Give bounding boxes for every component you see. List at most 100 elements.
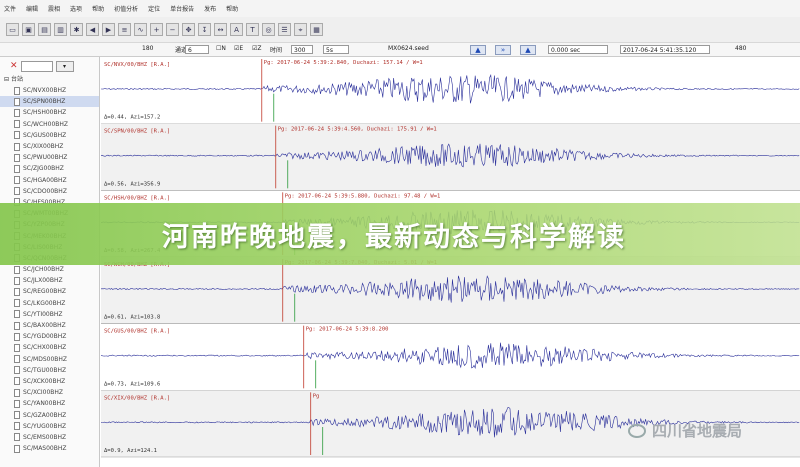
menu-item[interactable]: 选项 bbox=[70, 4, 82, 13]
channel-item[interactable]: SC/EMS00BHZ bbox=[0, 432, 99, 443]
tree-root[interactable]: ⊟ 台站 bbox=[0, 75, 99, 85]
config-icon[interactable]: ✱ bbox=[70, 23, 83, 36]
check-e[interactable]: ☑E bbox=[234, 45, 243, 52]
channel-item[interactable]: SC/BAX00BHZ bbox=[0, 320, 99, 331]
channel-item[interactable]: SC/YGD00BHZ bbox=[0, 331, 99, 342]
trace-pick-label: Pg: 2017-06-24 5:39:8.200 bbox=[306, 327, 389, 333]
map-icon[interactable]: ⌖ bbox=[294, 23, 307, 36]
menu-item[interactable]: 帮助 bbox=[92, 4, 104, 13]
menu-item[interactable]: 编辑 bbox=[26, 4, 38, 13]
menu-item[interactable]: 帮助 bbox=[226, 4, 238, 13]
filter-dropdown[interactable]: ▾ bbox=[55, 60, 74, 72]
channel-item[interactable]: SC/TGU00BHZ bbox=[0, 365, 99, 376]
channel-item[interactable]: SC/XCK00BHZ bbox=[0, 376, 99, 387]
channel-item[interactable]: SC/CHX00BHZ bbox=[0, 342, 99, 353]
menu-item[interactable]: 发布 bbox=[204, 4, 216, 13]
offset-field[interactable]: 0.000 sec bbox=[548, 45, 608, 54]
channel-label: SC/YAN00BHZ bbox=[23, 400, 66, 408]
channel-item[interactable]: SC/HSH00BHZ bbox=[0, 107, 99, 118]
time-unit-select[interactable]: 5s bbox=[323, 45, 349, 54]
channel-item[interactable]: SC/XCI00BHZ bbox=[0, 387, 99, 398]
measure-icon[interactable]: ↔ bbox=[214, 23, 227, 36]
right-number: 480 bbox=[735, 45, 747, 52]
menu-item[interactable]: 单台报告 bbox=[170, 4, 194, 13]
channel-item[interactable]: SC/GZA00BHZ bbox=[0, 409, 99, 420]
file-icon bbox=[14, 343, 20, 352]
menu-item[interactable]: 初值分析 bbox=[114, 4, 138, 13]
filter-input[interactable] bbox=[20, 60, 53, 72]
banner-title: 河南昨晚地震，最新动态与科学解读 bbox=[162, 221, 626, 253]
channel-item[interactable]: SC/SPN00BHZ bbox=[0, 96, 99, 108]
menu-item[interactable]: 定位 bbox=[148, 4, 160, 13]
close-icon[interactable]: ✕ bbox=[10, 61, 18, 71]
copy-icon[interactable]: ▥ bbox=[54, 23, 67, 36]
trace-info-label: Δ=0.9, Azi=124.1 bbox=[104, 448, 157, 454]
menu-item[interactable]: 震相 bbox=[48, 4, 60, 13]
channel-item[interactable]: SC/WCH00BHZ bbox=[0, 119, 99, 130]
channel-select[interactable]: 6 bbox=[185, 45, 209, 54]
file-icon bbox=[14, 176, 20, 185]
time-input[interactable]: 300 bbox=[291, 45, 313, 54]
file-icon bbox=[14, 142, 20, 151]
nav-mid-button[interactable]: » bbox=[495, 45, 511, 55]
filter-icon[interactable]: ∿ bbox=[134, 23, 147, 36]
file-icon bbox=[14, 108, 20, 117]
channel-item[interactable]: SC/YTI00BHZ bbox=[0, 309, 99, 320]
channel-item[interactable]: SC/HGA00BHZ bbox=[0, 175, 99, 186]
watermark-text: 四川省地震局 bbox=[652, 422, 743, 440]
menu-item[interactable]: 文件 bbox=[4, 4, 16, 13]
pan-icon[interactable]: ✥ bbox=[182, 23, 195, 36]
check-e-label: E bbox=[239, 45, 244, 52]
locate-icon[interactable]: ◎ bbox=[262, 23, 275, 36]
channel-item[interactable]: SC/JLX00BHZ bbox=[0, 275, 99, 286]
channel-item[interactable]: SC/NVX00BHZ bbox=[0, 85, 99, 96]
zoom-in-icon[interactable]: + bbox=[150, 23, 163, 36]
channel-label: SC/WCH00BHZ bbox=[23, 120, 69, 128]
file-icon bbox=[14, 433, 20, 442]
channel-item[interactable]: SC/CDO00BHZ bbox=[0, 186, 99, 197]
print-icon[interactable]: ▤ bbox=[38, 23, 51, 36]
amplitude-icon[interactable]: A bbox=[230, 23, 243, 36]
save-icon[interactable]: ▣ bbox=[22, 23, 35, 36]
channel-item[interactable]: SC/YAN00BHZ bbox=[0, 398, 99, 409]
channel-label: SC/LKG00BHZ bbox=[23, 299, 66, 307]
channel-item[interactable]: SC/MAS00BHZ bbox=[0, 443, 99, 454]
check-n[interactable]: ☐N bbox=[216, 45, 226, 52]
file-icon bbox=[14, 422, 20, 431]
zoom-out-icon[interactable]: − bbox=[166, 23, 179, 36]
toolbar: ▭ ▣ ▤ ▥ ✱ ◀ ▶ ≡ ∿ + − ✥ ↧ ↔ A T ◎ ☰ ⌖ ▦ bbox=[0, 17, 800, 43]
open-icon[interactable]: ▭ bbox=[6, 23, 19, 36]
nav-up-button[interactable]: ▲ bbox=[470, 45, 486, 55]
period-icon[interactable]: T bbox=[246, 23, 259, 36]
datetime-field[interactable]: 2017-06-24 5:41:35.120 bbox=[620, 45, 710, 54]
channel-item[interactable]: SC/MDS00BHZ bbox=[0, 354, 99, 365]
trace-pick-label: Pg bbox=[313, 393, 320, 399]
check-z[interactable]: ☑Z bbox=[252, 45, 262, 52]
channel-icon[interactable]: ≡ bbox=[118, 23, 131, 36]
channel-item[interactable]: SC/ZJG00BHZ bbox=[0, 163, 99, 174]
channel-item[interactable]: SC/JCH00BHZ bbox=[0, 264, 99, 275]
back-icon[interactable]: ◀ bbox=[86, 23, 99, 36]
channel-label: SC/EMS00BHZ bbox=[23, 433, 67, 441]
seismic-trace bbox=[101, 73, 800, 104]
pick-icon[interactable]: ↧ bbox=[198, 23, 211, 36]
nav-down-button[interactable]: ▲ bbox=[520, 45, 536, 55]
channel-label: SC/BAX00BHZ bbox=[23, 322, 66, 330]
channel-label: SC/CDO00BHZ bbox=[23, 187, 67, 195]
channel-item[interactable]: SC/XIX00BHZ bbox=[0, 141, 99, 152]
file-icon bbox=[14, 86, 20, 95]
count-label: 180 bbox=[142, 45, 154, 52]
channel-item[interactable]: SC/GUS00BHZ bbox=[0, 130, 99, 141]
trace-pick-label: Pg: 2017-06-24 5:39:4.560, Duchazi: 175.… bbox=[278, 127, 437, 133]
channel-item[interactable]: SC/LKG00BHZ bbox=[0, 298, 99, 309]
channel-label: SC/HGA00BHZ bbox=[23, 176, 67, 184]
channel-item[interactable]: SC/PWU00BHZ bbox=[0, 152, 99, 163]
check-z-label: Z bbox=[257, 45, 262, 52]
channel-item[interactable]: SC/YUG00BHZ bbox=[0, 421, 99, 432]
list-icon[interactable]: ☰ bbox=[278, 23, 291, 36]
trace-station-label: SC/XIX/00/BHZ [R.A.] bbox=[104, 395, 170, 401]
channel-item[interactable]: SC/REG00BHZ bbox=[0, 286, 99, 297]
report-icon[interactable]: ▦ bbox=[310, 23, 323, 36]
trace-info-label: Δ=0.44, Azi=157.2 bbox=[104, 115, 160, 121]
forward-icon[interactable]: ▶ bbox=[102, 23, 115, 36]
